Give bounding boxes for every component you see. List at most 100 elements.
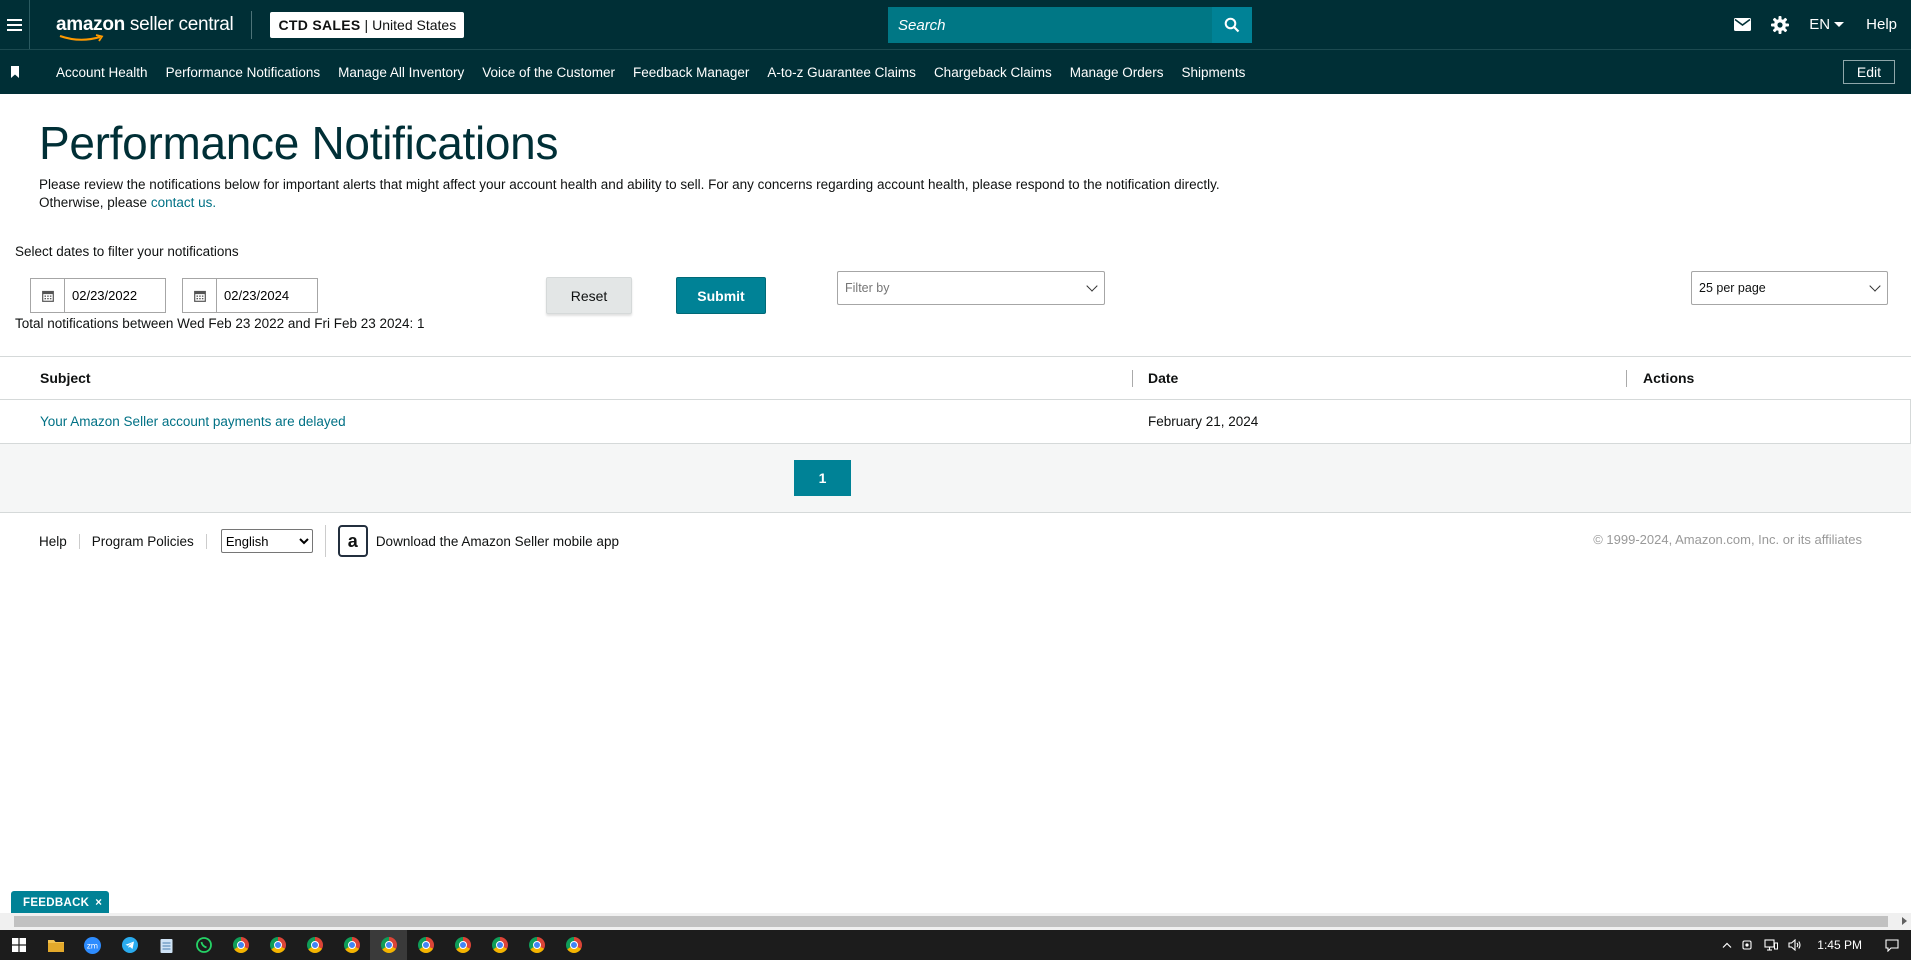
search-input[interactable] [888, 7, 1252, 43]
store-separator: | [364, 16, 369, 33]
whatsapp-icon[interactable] [185, 930, 222, 960]
notifications-icon[interactable] [1885, 938, 1899, 952]
store-switcher[interactable]: CTD SALES | United States [270, 11, 465, 38]
start-date-input[interactable] [65, 288, 165, 303]
search-bar [888, 7, 1252, 43]
horizontal-scrollbar[interactable] [0, 913, 1911, 930]
end-date-calendar-button[interactable] [183, 279, 217, 312]
settings-button[interactable] [1771, 15, 1790, 34]
network-icon[interactable] [1764, 939, 1779, 951]
footer-help-link[interactable]: Help [27, 533, 80, 549]
reset-button[interactable]: Reset [546, 277, 632, 314]
nav-item-performance-notifications[interactable]: Performance Notifications [166, 65, 321, 80]
messages-button[interactable] [1734, 18, 1752, 31]
volume-icon[interactable] [1788, 939, 1802, 951]
nav-item-manage-orders[interactable]: Manage Orders [1070, 65, 1164, 80]
chrome-icon[interactable] [555, 930, 592, 960]
chevron-down-icon [1086, 280, 1098, 292]
chrome-icon-active[interactable] [370, 930, 407, 960]
logo-amazon-text: amazon [56, 14, 125, 35]
end-date-field [182, 278, 318, 313]
scrollbar-thumb[interactable] [14, 916, 1888, 927]
notifications-table: Subject Date Actions Your Amazon Seller … [0, 356, 1911, 444]
scroll-right-arrow-icon[interactable] [1902, 917, 1907, 925]
download-app-link[interactable]: a Download the Amazon Seller mobile app [324, 525, 619, 557]
search-button[interactable] [1212, 7, 1252, 43]
per-page-select[interactable]: 25 per page [1691, 271, 1888, 305]
end-date-input[interactable] [217, 288, 317, 303]
bookmark-nav-bar: Account Health Performance Notifications… [0, 49, 1911, 94]
date-filter-label: Select dates to filter your notification… [15, 244, 239, 259]
taskbar-clock[interactable]: 1:45 PM [1817, 938, 1862, 952]
language-selector[interactable]: EN [1809, 16, 1845, 33]
nav-items: Account Health Performance Notifications… [56, 65, 1263, 80]
download-app-text: Download the Amazon Seller mobile app [375, 533, 619, 549]
nav-item-voice-of-the-customer[interactable]: Voice of the Customer [482, 65, 615, 80]
column-divider [1626, 370, 1627, 387]
total-notifications-text: Total notifications between Wed Feb 23 2… [15, 316, 425, 331]
feedback-label: FEEDBACK [23, 896, 90, 909]
header-divider [251, 10, 253, 39]
per-page-value: 25 per page [1699, 281, 1766, 295]
hamburger-menu-icon[interactable] [0, 0, 30, 49]
bookmark-icon[interactable] [0, 50, 30, 94]
system-tray: 1:45 PM [1717, 930, 1911, 960]
top-header: amazon seller central CTD SALES | United… [0, 0, 1911, 49]
chrome-icon[interactable] [481, 930, 518, 960]
page-title: Performance Notifications [39, 117, 559, 169]
column-header-actions: Actions [1643, 370, 1695, 386]
notification-subject-link[interactable]: Your Amazon Seller account payments are … [40, 414, 346, 429]
chrome-icon[interactable] [222, 930, 259, 960]
nav-item-chargeback-claims[interactable]: Chargeback Claims [934, 65, 1052, 80]
chrome-icon[interactable] [333, 930, 370, 960]
store-region: United States [372, 16, 457, 33]
nav-item-feedback-manager[interactable]: Feedback Manager [633, 65, 749, 80]
help-link[interactable]: Help [1866, 16, 1897, 33]
column-header-subject[interactable]: Subject [40, 370, 91, 386]
notepad-icon[interactable] [148, 930, 185, 960]
meet-now-icon[interactable] [1742, 939, 1754, 951]
feedback-tab[interactable]: FEEDBACK × [11, 891, 110, 914]
column-header-date[interactable]: Date [1148, 370, 1178, 386]
windows-start-icon[interactable] [0, 930, 37, 960]
table-header: Subject Date Actions [0, 357, 1911, 400]
footer-program-policies-link[interactable]: Program Policies [80, 533, 207, 549]
submit-button[interactable]: Submit [676, 277, 766, 314]
chrome-icon[interactable] [444, 930, 481, 960]
filter-by-select[interactable]: Filter by [837, 271, 1105, 305]
edit-nav-button[interactable]: Edit [1842, 60, 1895, 84]
chrome-icon[interactable] [296, 930, 333, 960]
nav-item-shipments[interactable]: Shipments [1182, 65, 1246, 80]
search-icon [1224, 17, 1240, 33]
contact-us-link[interactable]: contact us. [151, 195, 216, 210]
amazon-smile-icon [59, 34, 104, 42]
chrome-icon[interactable] [407, 930, 444, 960]
mail-icon [1734, 18, 1752, 31]
gear-icon [1771, 15, 1790, 34]
file-explorer-icon[interactable] [37, 930, 74, 960]
feedback-close-icon[interactable]: × [95, 897, 102, 909]
telegram-icon[interactable] [111, 930, 148, 960]
store-name: CTD SALES [278, 16, 361, 33]
nav-item-account-health[interactable]: Account Health [56, 65, 148, 80]
zoom-app-icon[interactable]: zm [74, 930, 111, 960]
column-divider [1132, 370, 1133, 387]
footer-language-select[interactable]: English [220, 529, 313, 553]
zoom-label: zm [87, 941, 98, 950]
page-1-button[interactable]: 1 [794, 460, 851, 496]
nav-item-a-to-z-guarantee-claims[interactable]: A-to-z Guarantee Claims [767, 65, 916, 80]
chevron-down-icon [1834, 22, 1845, 27]
chrome-icon[interactable] [259, 930, 296, 960]
table-row: Your Amazon Seller account payments are … [0, 400, 1911, 444]
pagination-area: 1 [0, 444, 1911, 513]
logo-seller-central-text: seller central [124, 14, 234, 35]
nav-item-manage-all-inventory[interactable]: Manage All Inventory [338, 65, 464, 80]
filter-by-placeholder: Filter by [845, 281, 890, 295]
chrome-icon[interactable] [518, 930, 555, 960]
page-description: Please review the notifications below fo… [39, 176, 1279, 212]
show-hidden-icons-chevron-icon[interactable] [1722, 942, 1732, 948]
calendar-icon [41, 290, 54, 302]
calendar-icon [193, 290, 206, 302]
seller-central-logo[interactable]: amazon seller central [56, 14, 234, 42]
start-date-calendar-button[interactable] [31, 279, 65, 312]
